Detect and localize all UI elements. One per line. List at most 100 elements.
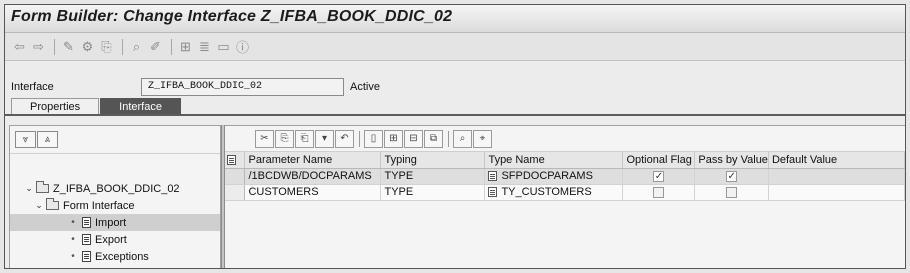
- document-icon: [82, 234, 91, 245]
- tree-toolbar: ⩔ ⩓: [10, 126, 220, 154]
- tab-interface[interactable]: Interface: [100, 98, 181, 114]
- toolbar-separator: [359, 130, 360, 147]
- table-row[interactable]: CUSTOMERS TYPE TY_CUSTOMERS: [225, 184, 905, 201]
- cell-type-name-text: TY_CUSTOMERS: [501, 186, 592, 198]
- window-title: Form Builder: Change Interface Z_IFBA_BO…: [11, 8, 453, 25]
- new-row-icon[interactable]: ▯: [364, 129, 383, 148]
- cell-optional-flag: [622, 184, 696, 201]
- duplicate-row-icon[interactable]: ⧉: [424, 129, 443, 148]
- tree-node-import[interactable]: • Import: [10, 214, 220, 231]
- parameter-pane: ✂ ⎘ ⎗ ▾ ↶ ▯ ⊞ ⊟ ⧉ ⌕ ⌖ Parameter Name Typ…: [225, 125, 905, 268]
- select-all-icon[interactable]: [225, 152, 246, 169]
- title-bar: Form Builder: Change Interface Z_IFBA_BO…: [5, 5, 905, 33]
- window-icon[interactable]: ▭: [215, 38, 232, 55]
- pass-by-value-checkbox[interactable]: ✓: [726, 170, 738, 182]
- interface-label: Interface: [11, 81, 54, 93]
- toolbar-separator: [171, 38, 172, 55]
- cell-typing[interactable]: TYPE: [380, 168, 486, 185]
- display-change-icon[interactable]: ⚙: [79, 38, 96, 55]
- find-icon[interactable]: ⌕: [453, 129, 472, 148]
- cell-type-name[interactable]: TY_CUSTOMERS: [484, 184, 624, 201]
- form-builder-window: Form Builder: Change Interface Z_IFBA_BO…: [4, 4, 906, 269]
- tree-node-label: Import: [95, 216, 127, 229]
- column-header-type-name[interactable]: Type Name: [484, 152, 624, 169]
- tab-properties[interactable]: Properties: [11, 98, 100, 114]
- tab-strip: Properties Interface: [5, 98, 905, 116]
- toolbar-separator: [448, 130, 449, 147]
- column-header-pass-by-value[interactable]: Pass by Value: [694, 152, 769, 169]
- optional-checkbox[interactable]: ✓: [653, 170, 665, 182]
- bullet-icon: •: [71, 234, 75, 245]
- tree-node-exceptions[interactable]: • Exceptions: [10, 248, 220, 265]
- collapse-all-icon[interactable]: ⩓: [37, 131, 58, 148]
- cell-type-name[interactable]: SFPDOCPARAMS: [484, 168, 624, 185]
- toolbar-separator: [122, 38, 123, 55]
- toolbar-separator: [54, 38, 55, 55]
- folder-icon: [36, 181, 49, 193]
- expand-all-icon[interactable]: ⩔: [15, 131, 36, 148]
- row-selector[interactable]: [225, 168, 246, 185]
- chevron-down-icon[interactable]: ⌄: [24, 183, 34, 194]
- cell-typing[interactable]: TYPE: [380, 184, 486, 201]
- bullet-icon: •: [71, 217, 75, 228]
- cell-default-value[interactable]: [768, 168, 905, 185]
- find-next-icon[interactable]: ⌖: [473, 129, 492, 148]
- navigation-pane: ⩔ ⩓ ⌄ Z_IFBA_BOOK_DDIC_02 ⌄ Form Interfa…: [9, 125, 221, 268]
- cell-optional-flag: ✓: [622, 168, 696, 185]
- document-icon: [82, 217, 91, 228]
- paste-options-icon[interactable]: ▾: [315, 129, 334, 148]
- tree-node-label: Export: [95, 233, 127, 246]
- table-row[interactable]: /1BCDWB/DOCPARAMS TYPE SFPDOCPARAMS ✓ ✓: [225, 168, 905, 185]
- cell-type-name-text: SFPDOCPARAMS: [501, 170, 593, 182]
- tree-node-export[interactable]: • Export: [10, 231, 220, 248]
- column-header-typing[interactable]: Typing: [380, 152, 486, 169]
- row-selector[interactable]: [225, 184, 246, 201]
- interface-name-field: Z_IFBA_BOOK_DDIC_02: [141, 78, 344, 96]
- where-used-icon[interactable]: ⌕: [128, 38, 145, 55]
- cell-pass-by-value: [694, 184, 769, 201]
- column-header-parameter-name[interactable]: Parameter Name: [244, 152, 382, 169]
- optional-checkbox[interactable]: [653, 186, 665, 198]
- pencil-icon[interactable]: ✐: [147, 38, 164, 55]
- spacer: [5, 61, 905, 76]
- interface-tree: ⌄ Z_IFBA_BOOK_DDIC_02 ⌄ Form Interface •…: [10, 154, 220, 265]
- other-object-icon[interactable]: ✎: [60, 38, 77, 55]
- tree-node-form-interface[interactable]: ⌄ Form Interface: [10, 197, 220, 214]
- dictionary-icon[interactable]: [488, 171, 498, 182]
- pass-by-value-checkbox[interactable]: [726, 186, 738, 198]
- interface-header: Interface Z_IFBA_BOOK_DDIC_02 Active: [5, 76, 905, 98]
- paste-icon[interactable]: ⎗: [295, 129, 314, 148]
- chevron-down-icon[interactable]: ⌄: [34, 200, 44, 211]
- back-arrow-icon[interactable]: ⇦: [11, 38, 28, 55]
- parameter-table: Parameter Name Typing Type Name Optional…: [225, 152, 905, 201]
- document-icon: [82, 251, 91, 262]
- table-header-row: Parameter Name Typing Type Name Optional…: [225, 152, 905, 169]
- tree-node-label: Exceptions: [95, 250, 149, 263]
- activate-icon[interactable]: ⎘: [98, 38, 115, 55]
- hierarchy-icon[interactable]: ⊞: [177, 38, 194, 55]
- application-toolbar: ⇦ ⇨ ✎ ⚙ ⎘ ⌕ ✐ ⊞ ≣ ▭ ⓘ: [5, 33, 905, 61]
- tree-node-label: Z_IFBA_BOOK_DDIC_02: [53, 182, 180, 195]
- info-icon[interactable]: ⓘ: [234, 38, 251, 55]
- delete-row-icon[interactable]: ⊟: [404, 129, 423, 148]
- forward-arrow-icon[interactable]: ⇨: [30, 38, 47, 55]
- column-header-optional-flag[interactable]: Optional Flag: [622, 152, 696, 169]
- column-header-default-value[interactable]: Default Value: [768, 152, 905, 169]
- interface-status: Active: [350, 81, 380, 93]
- table-settings-icon[interactable]: [227, 154, 236, 165]
- cell-parameter-name[interactable]: /1BCDWB/DOCPARAMS: [244, 168, 382, 185]
- cut-icon[interactable]: ✂: [255, 129, 274, 148]
- tree-node-label: Form Interface: [63, 199, 135, 212]
- table-toolbar: ✂ ⎘ ⎗ ▾ ↶ ▯ ⊞ ⊟ ⧉ ⌕ ⌖: [225, 126, 905, 152]
- dictionary-icon[interactable]: [488, 187, 498, 198]
- copy-icon[interactable]: ⎘: [275, 129, 294, 148]
- align-icon[interactable]: ≣: [196, 38, 213, 55]
- interface-workspace: ⩔ ⩓ ⌄ Z_IFBA_BOOK_DDIC_02 ⌄ Form Interfa…: [5, 117, 905, 268]
- cell-pass-by-value: ✓: [694, 168, 769, 185]
- folder-icon: [46, 198, 59, 210]
- tree-node-root[interactable]: ⌄ Z_IFBA_BOOK_DDIC_02: [10, 180, 220, 197]
- cell-parameter-name[interactable]: CUSTOMERS: [244, 184, 382, 201]
- cell-default-value[interactable]: [768, 184, 905, 201]
- insert-row-icon[interactable]: ⊞: [384, 129, 403, 148]
- undo-icon[interactable]: ↶: [335, 129, 354, 148]
